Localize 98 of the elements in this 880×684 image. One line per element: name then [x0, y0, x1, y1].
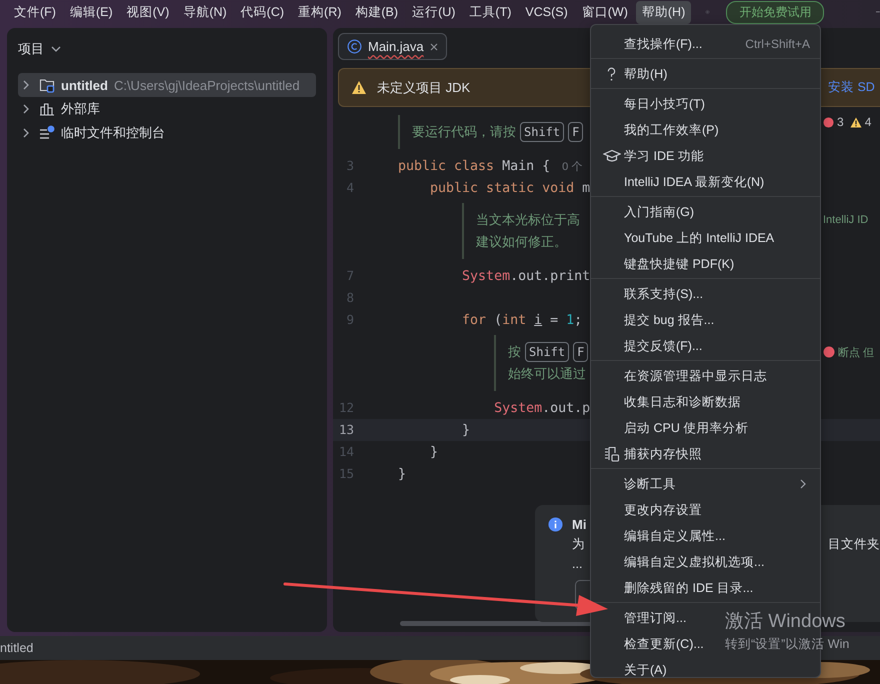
- error-icon[interactable]: [823, 116, 834, 128]
- menu-item[interactable]: 关于(A): [624, 662, 667, 678]
- menu-item[interactable]: 提交反馈(F)...: [624, 338, 702, 354]
- menu-item[interactable]: 管理订阅...: [624, 610, 686, 626]
- menu-bar-item[interactable]: 帮助(H): [636, 0, 692, 24]
- keyboard-key: F: [568, 122, 584, 142]
- menu-item[interactable]: 联系支持(S)...: [624, 286, 704, 302]
- doc-text: 断点 但: [838, 346, 874, 360]
- menu-bar-item[interactable]: 运行(U): [406, 0, 462, 24]
- menu-bar-item[interactable]: 工具(T): [463, 0, 518, 24]
- help-icon: [607, 66, 616, 82]
- notification-text: 目文件夹: [828, 536, 880, 553]
- menu-bar-item[interactable]: 导航(N): [177, 0, 233, 24]
- menu-item[interactable]: 在资源管理器中显示日志: [624, 368, 767, 384]
- menu-bar-item[interactable]: 重构(R): [292, 0, 348, 24]
- menu-bar-item[interactable]: 窗口(W): [576, 0, 634, 24]
- menu-item[interactable]: 键盘快捷键 PDF(K): [624, 256, 734, 272]
- tree-label: 临时文件和控制台: [61, 124, 165, 142]
- menu-item[interactable]: 我的工作效率(P): [624, 122, 719, 138]
- menu-bar-item[interactable]: 构建(B): [349, 0, 404, 24]
- tree-item[interactable]: untitled C:\Users\gj\IdeaProjects\untitled: [18, 73, 316, 97]
- activation-watermark-title: 激活 Windows: [725, 610, 846, 634]
- folder-icon: [39, 77, 55, 93]
- keyboard-key: Shift: [520, 122, 564, 142]
- warning-icon: [351, 80, 367, 95]
- menu-item[interactable]: 编辑自定义虚拟机选项...: [624, 554, 764, 570]
- warning-count: 4: [864, 115, 872, 129]
- menu-item[interactable]: 提交 bug 报告...: [624, 312, 714, 328]
- menu-item[interactable]: 检查更新(C)...: [624, 636, 704, 652]
- menu-item[interactable]: 删除残留的 IDE 目录...: [624, 580, 754, 596]
- class-icon: [347, 39, 362, 54]
- warning-icon[interactable]: [850, 116, 862, 128]
- code-line: System.out.print: [461, 268, 590, 284]
- doc-text: 要运行代码，请按: [412, 123, 516, 141]
- tree-item[interactable]: 外部库: [18, 97, 316, 121]
- error-count: 3: [837, 115, 844, 129]
- code-line: }: [461, 422, 470, 438]
- memory-snapshot-icon: [604, 446, 620, 462]
- minimize-icon[interactable]: [876, 11, 880, 13]
- doc-text: IntelliJ ID: [823, 214, 868, 226]
- notification-title: Mi: [572, 516, 586, 534]
- notification-more: ...: [572, 556, 582, 573]
- menu-item[interactable]: 捕获内存快照: [624, 446, 702, 462]
- usage-hint: 0 个: [562, 160, 582, 174]
- breadcrumb[interactable]: ntitled: [0, 641, 34, 655]
- tree-label: 外部库: [61, 100, 100, 118]
- menu-item[interactable]: 收集日志和诊断数据: [624, 394, 741, 410]
- close-icon[interactable]: [430, 42, 438, 50]
- menu-bar-item[interactable]: 编辑(E): [64, 0, 119, 24]
- tab-label: Main.java: [368, 39, 424, 54]
- keyboard-key: Shift: [525, 342, 570, 362]
- menu-item[interactable]: 诊断工具: [624, 476, 676, 492]
- menu-bar-item[interactable]: 视图(V): [120, 0, 176, 24]
- banner-message: 未定义项目 JDK: [377, 78, 470, 96]
- menu-item[interactable]: YouTube 上的 IntelliJ IDEA: [624, 230, 774, 246]
- code-line: }: [398, 466, 406, 482]
- tree-item[interactable]: 临时文件和控制台: [18, 121, 316, 145]
- menu-item[interactable]: 入门指南(G): [624, 204, 694, 220]
- menu-item[interactable]: 启动 CPU 使用率分析: [624, 420, 748, 436]
- install-sdk-link[interactable]: 安装 SD: [828, 79, 880, 96]
- expand-icon[interactable]: [23, 80, 29, 90]
- project-path: C:\Users\gj\IdeaProjects\untitled: [114, 78, 300, 92]
- doc-text: 建议如何修正。: [476, 233, 567, 251]
- code-line: public class Main {: [398, 158, 550, 174]
- line-number: 13: [338, 422, 354, 437]
- info-icon: [548, 517, 563, 532]
- graduation-cap-icon: [602, 149, 620, 163]
- tree-label: untitled: [61, 78, 108, 92]
- doc-text: 始终可以通过: [508, 365, 586, 383]
- expand-icon[interactable]: [23, 104, 29, 114]
- expand-icon[interactable]: [23, 128, 29, 138]
- panel-title: 项目: [18, 40, 44, 58]
- menu-item[interactable]: 查找操作(F)...: [624, 36, 702, 52]
- library-icon: [39, 101, 55, 117]
- doc-text: 当文本光标位于高: [476, 211, 580, 229]
- scratch-icon: [39, 125, 55, 141]
- menu-bar-item[interactable]: 代码(C): [234, 0, 290, 24]
- editor-tab[interactable]: Main.java: [338, 33, 447, 60]
- doc-text: 按: [508, 343, 521, 361]
- activation-watermark-text: 转到“设置”以激活 Win: [725, 636, 850, 653]
- menu-item[interactable]: 更改内存设置: [624, 502, 702, 518]
- shortcut-text: Ctrl+Shift+A: [745, 37, 810, 51]
- menu-item[interactable]: 学习 IDE 功能: [624, 148, 704, 164]
- code-line: System.out.p: [493, 400, 590, 416]
- free-trial-button[interactable]: 开始免费试用: [726, 0, 824, 24]
- menu-bar-item[interactable]: 文件(F): [8, 0, 62, 24]
- keyboard-key: F: [573, 342, 588, 362]
- menu-bar-item[interactable]: VCS(S): [519, 2, 574, 22]
- dropdown-icon[interactable]: [51, 46, 61, 52]
- notification-text: 为: [572, 536, 585, 553]
- menu-item[interactable]: 每日小技巧(T): [624, 96, 705, 112]
- code-line: }: [429, 444, 438, 460]
- breakpoint-icon: [823, 346, 835, 358]
- menu-item[interactable]: 编辑自定义属性...: [624, 528, 726, 544]
- code-line: public static void m: [429, 180, 590, 196]
- menu-item[interactable]: 帮助(H): [624, 66, 668, 82]
- code-line: for (int i = 1;: [461, 312, 582, 328]
- menu-item[interactable]: IntelliJ IDEA 最新变化(N): [624, 174, 764, 190]
